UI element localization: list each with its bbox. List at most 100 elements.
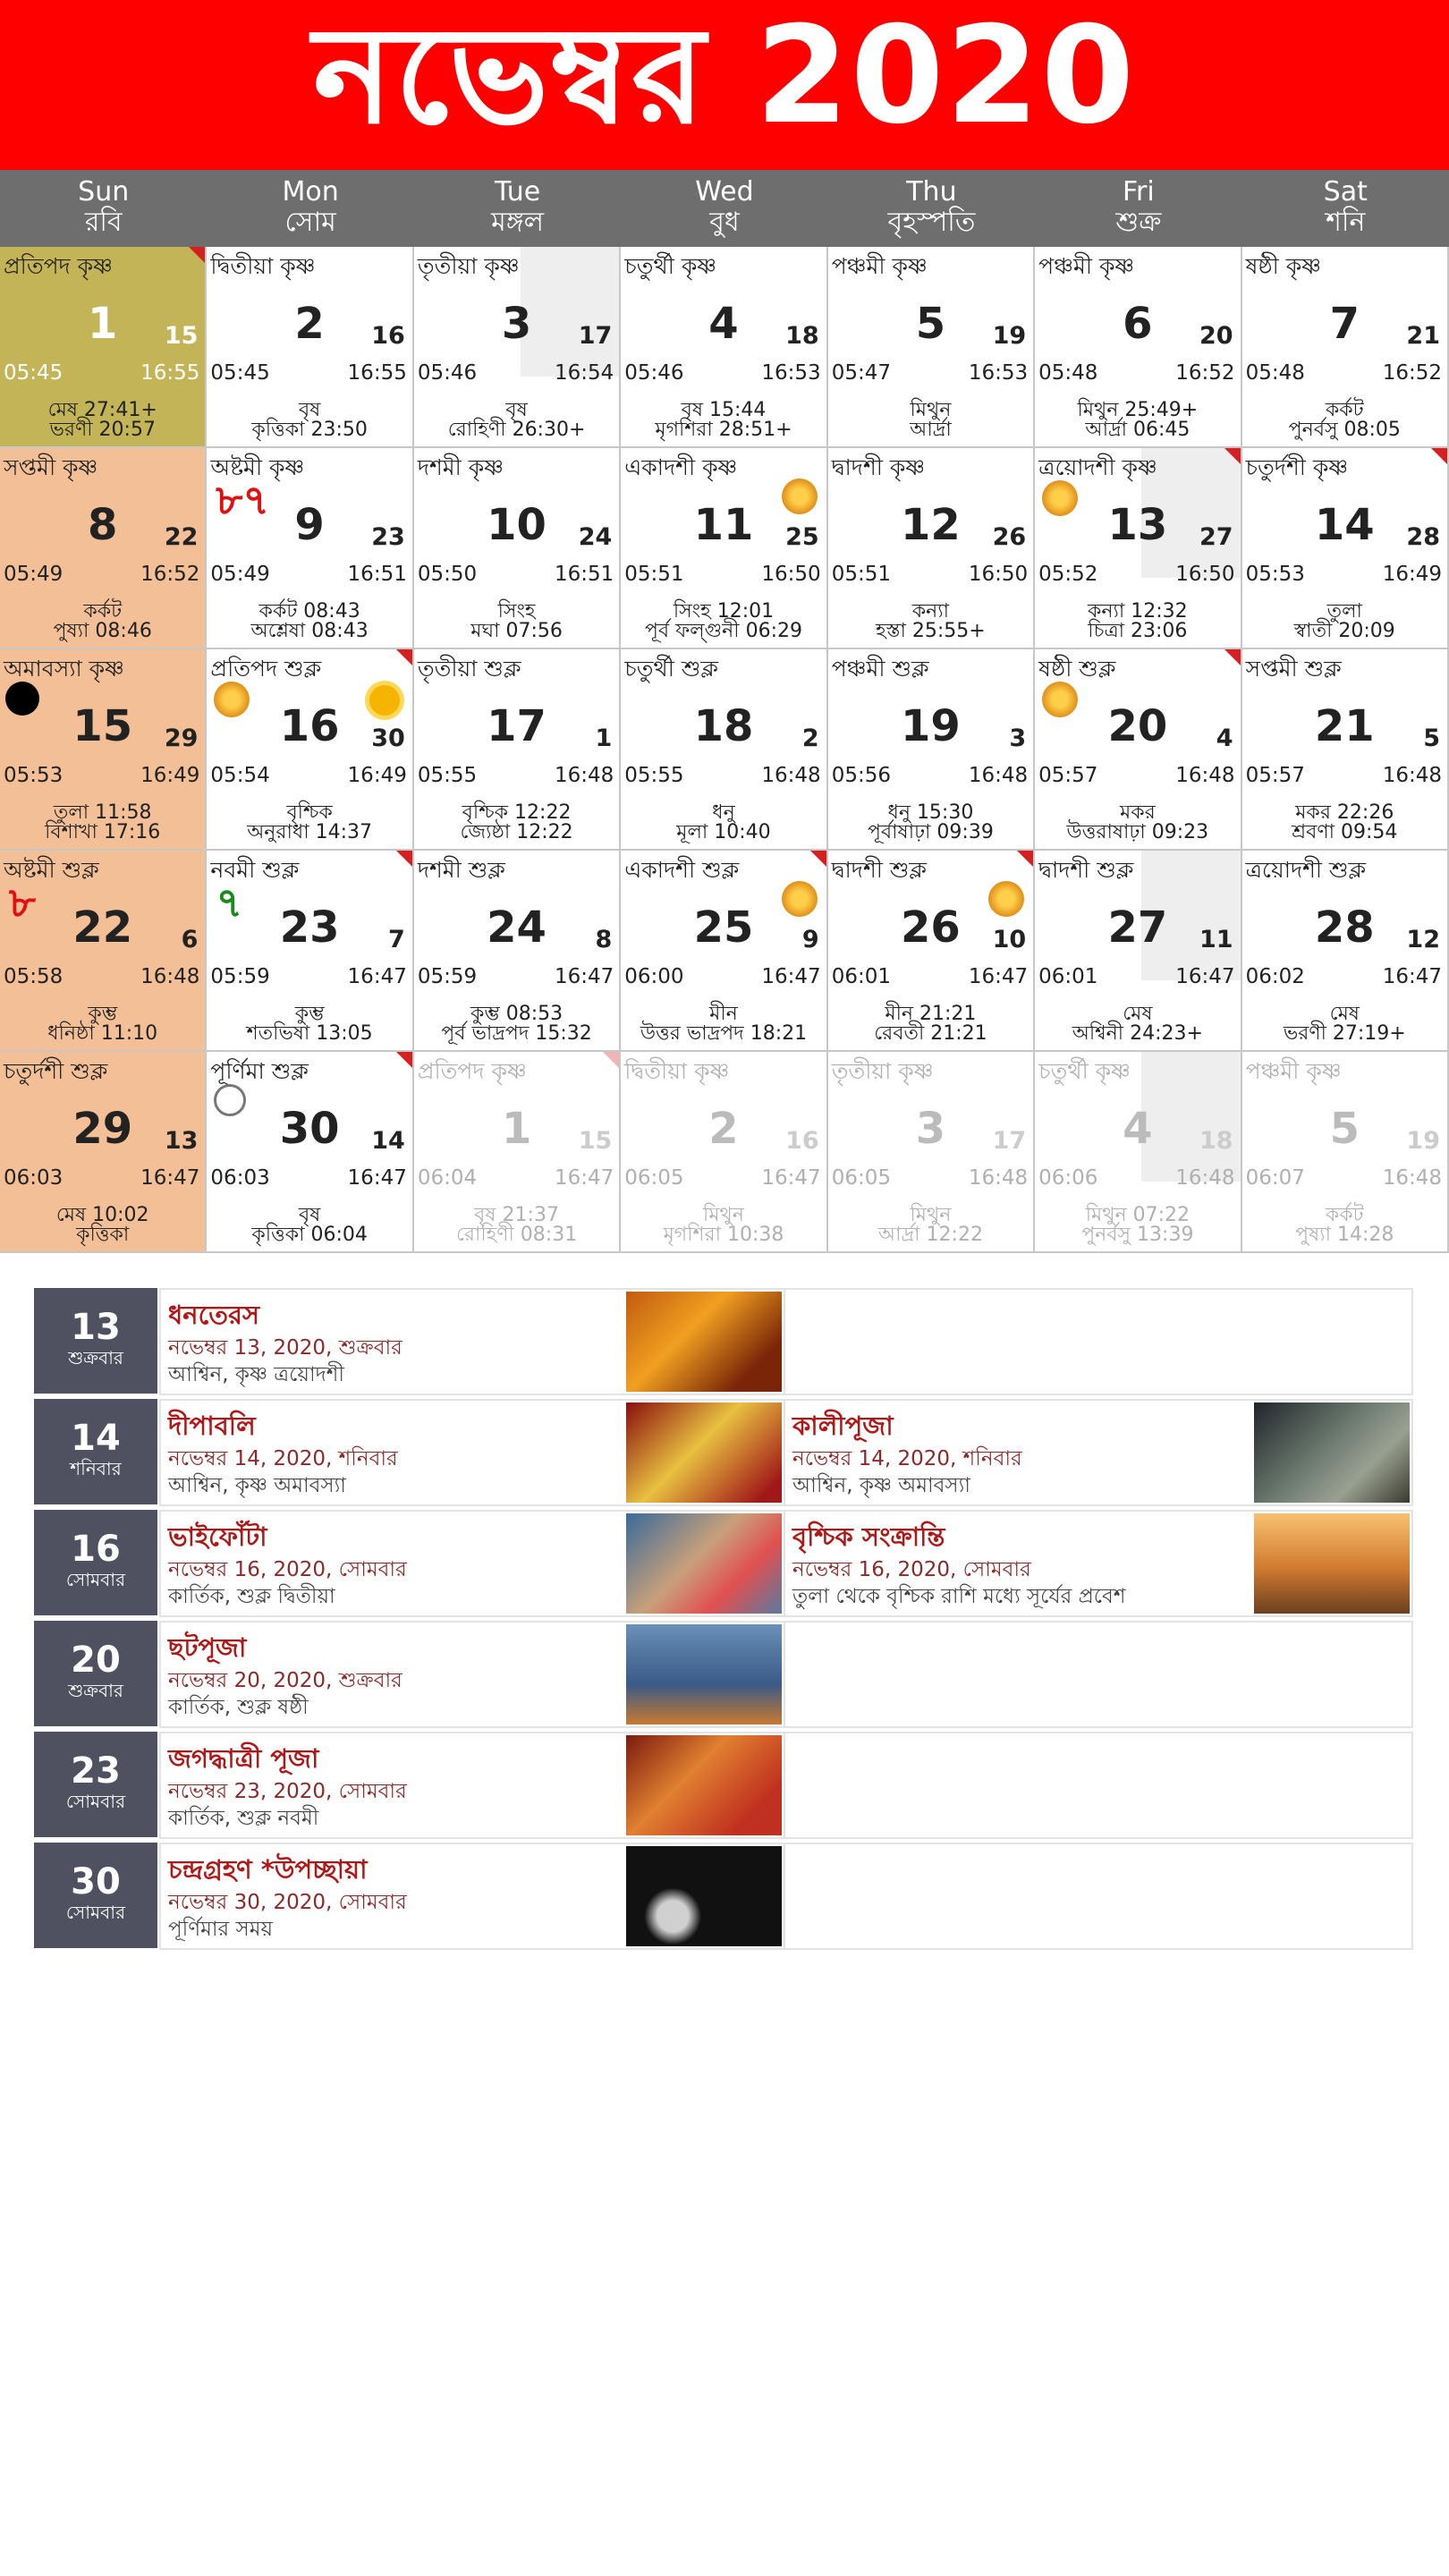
- rashi-label: ধনু 15:30: [887, 801, 974, 824]
- festival-image[interactable]: [626, 1846, 782, 1946]
- day-cell[interactable]: চতুর্থী কৃষ্ণ 4 18 06:06 16:48 মিথুন 07:22 পুন…: [1035, 1052, 1242, 1253]
- festival-row: 30 সোমবার চন্দ্রগ্রহণ *উপচ্ছায়া নভেম্বর 30…: [34, 1843, 1413, 1952]
- day-cell[interactable]: একাদশী কৃষ্ণ 11 25 05:51 16:50 সিংহ 12:01 পূর্…: [621, 448, 828, 649]
- nakshatra-label: উত্তরাষাঢ়া 09:23: [1066, 821, 1209, 843]
- festival-panel[interactable]: [784, 1621, 1413, 1728]
- day-cell[interactable]: চতুর্দশী শুক্ল 29 13 06:03 16:47 মেষ 10:02 কৃত…: [0, 1052, 208, 1253]
- day-cell[interactable]: অষ্টমী কৃষ্ণ 9 23 05:49 16:51 কর্কট 08:43 অশ্ল…: [207, 448, 414, 649]
- day-cell[interactable]: পঞ্চমী শুক্ল 19 3 05:56 16:48 ধনু 15:30 পূর্বা…: [827, 649, 1036, 851]
- event-marker-icon: [395, 649, 412, 665]
- bengali-day-number: 2: [801, 724, 819, 752]
- festival-panel[interactable]: ধনতেরস নভেম্বর 13, 2020, শুক্রবার আশ্বিন, …: [159, 1288, 785, 1395]
- day-cell[interactable]: প্রতিপদ কৃষ্ণ 1 15 05:45 16:55 মেষ 27:41+ ভরণী…: [0, 247, 208, 448]
- festival-image[interactable]: [626, 1402, 782, 1503]
- day-cell[interactable]: তৃতীয়া কৃষ্ণ 3 17 06:05 16:48 মিথুন আর্দ্রা 1…: [827, 1052, 1036, 1253]
- festival-panel[interactable]: বৃশ্চিক সংক্রান্তি নভেম্বর 16, 2020, সোমব…: [784, 1510, 1413, 1617]
- day-cell[interactable]: দ্বিতীয়া কৃষ্ণ 2 16 05:45 16:55 বৃষ কৃত্তিকা …: [207, 247, 414, 448]
- weekday-en: Fri: [1122, 176, 1155, 208]
- festival-image[interactable]: [626, 1624, 782, 1724]
- sunset-time: 16:47: [554, 965, 614, 988]
- day-cell[interactable]: ত্রয়োদশী শুক্ল 28 12 06:02 16:47 মেষ ভরণী 27:…: [1241, 851, 1449, 1052]
- day-cell[interactable]: একাদশী শুক্ল 25 9 06:00 16:47 মীন উত্তর ভাদ্রপ…: [621, 851, 828, 1052]
- day-cell[interactable]: প্রতিপদ কৃষ্ণ 1 15 06:04 16:47 বৃষ 21:37 রোহিণ…: [413, 1052, 622, 1253]
- day-cell[interactable]: পঞ্চমী কৃষ্ণ 5 19 05:47 16:53 মিথুন আর্দ্রা: [827, 247, 1036, 448]
- festival-image[interactable]: [1254, 1402, 1410, 1503]
- day-cell[interactable]: অষ্টমী শুক্ল 22 6 05:58 16:48 কুম্ভ ধনিষ্ঠা 11…: [0, 851, 208, 1052]
- nakshatra-label: অশ্লেষা 08:43: [250, 620, 369, 642]
- sunset-time: 16:55: [140, 361, 200, 385]
- festival-panel[interactable]: [784, 1288, 1413, 1395]
- festival-panel[interactable]: ভাইফোঁটা নভেম্বর 16, 2020, সোমবার কার্তিক,…: [159, 1510, 785, 1617]
- bengali-day-number: 10: [992, 926, 1027, 953]
- sunrise-time: 05:57: [1245, 764, 1305, 787]
- day-cell[interactable]: তৃতীয়া কৃষ্ণ 3 17 05:46 16:54 বৃষ রোহিণী 26:3…: [413, 247, 622, 448]
- day-cell[interactable]: ষষ্ঠী শুক্ল 20 4 05:57 16:48 মকর উত্তরাষাঢ়া 0…: [1035, 649, 1242, 851]
- bengali-day-number: 15: [164, 322, 199, 350]
- day-cell[interactable]: দ্বাদশী শুক্ল 26 10 06:01 16:47 মীন 21:21 রেবত…: [827, 851, 1036, 1052]
- day-cell[interactable]: তৃতীয়া শুক্ল 17 1 05:55 16:48 বৃশ্চিক 12:22 জ…: [413, 649, 622, 851]
- day-cell[interactable]: চতুর্থী শুক্ল 18 2 05:55 16:48 ধনু মূলা 10:40: [621, 649, 828, 851]
- calendar-mark-icon: ৮: [9, 878, 36, 927]
- tithi-label: দ্বিতীয়া কৃষ্ণ: [624, 1058, 730, 1084]
- rashi-label: সিংহ: [497, 600, 536, 623]
- festival-image[interactable]: [626, 1513, 782, 1614]
- rashi-label: মিথুন: [703, 1204, 744, 1226]
- day-cell[interactable]: নবমী শুক্ল 23 7 05:59 16:47 কুম্ভ শতভিষা 13:05…: [207, 851, 414, 1052]
- day-cell[interactable]: পঞ্চমী কৃষ্ণ 5 19 06:07 16:48 কর্কট পুষ্যা 14:…: [1241, 1052, 1449, 1253]
- weekday-header: Thu বৃহস্পতি: [828, 170, 1035, 247]
- nakshatra-label: পূর্ব ফল্গুনী 06:29: [645, 620, 802, 642]
- event-marker-icon: [1224, 649, 1241, 665]
- nakshatra-label: মৃগশিরা 10:38: [663, 1224, 784, 1246]
- sunset-time: 16:48: [968, 764, 1029, 787]
- day-cell[interactable]: দ্বাদশী শুক্ল 27 11 06:01 16:47 মেষ অশ্বিনী 24…: [1035, 851, 1242, 1052]
- day-cell[interactable]: অমাবস্যা কৃষ্ণ 15 29 05:53 16:49 তুলা 11:58 বি…: [0, 649, 208, 851]
- festival-day-number: 20: [71, 1640, 121, 1681]
- nakshatra-label: ভরণী 20:57: [49, 419, 156, 441]
- sunrise-time: 06:02: [1245, 965, 1305, 988]
- festival-date-box: 30 সোমবার: [34, 1843, 157, 1948]
- day-cell[interactable]: পঞ্চমী কৃষ্ণ 6 20 05:48 16:52 মিথুন 25:49+ আর্…: [1035, 247, 1242, 448]
- day-cell[interactable]: ষষ্ঠী কৃষ্ণ 7 21 05:48 16:52 কর্কট পুনর্বসু 08…: [1241, 247, 1449, 448]
- day-cell[interactable]: পূর্ণিমা শুক্ল 30 14 06:03 16:47 বৃষ কৃত্তিকা …: [207, 1052, 414, 1253]
- sunrise-time: 05:47: [831, 361, 891, 385]
- festival-panel[interactable]: ছটপূজা নভেম্বর 20, 2020, শুক্রবার কার্তিক,…: [159, 1621, 785, 1728]
- sunset-time: 16:47: [761, 1166, 821, 1190]
- festival-panel[interactable]: কালীপূজা নভেম্বর 14, 2020, শনিবার আশ্বিন, …: [784, 1399, 1413, 1506]
- festival-panel[interactable]: জগদ্ধাত্রী পূজা নভেম্বর 23, 2020, সোমবার ক…: [159, 1732, 785, 1839]
- festival-weekday: শুক্রবার: [68, 1680, 123, 1701]
- bengali-day-number: 26: [992, 523, 1027, 551]
- calendar-mark-icon: ৭: [216, 878, 243, 927]
- sunset-time: 16:47: [1382, 965, 1442, 988]
- event-marker-icon: [395, 851, 412, 867]
- festival-panel[interactable]: দীপাবলি নভেম্বর 14, 2020, শনিবার আশ্বিন, ক…: [159, 1399, 785, 1506]
- sunrise-time: 06:03: [210, 1166, 270, 1190]
- nakshatra-label: কৃত্তিকা 06:04: [251, 1224, 368, 1246]
- festival-date-box: 20 শুক্রবার: [34, 1621, 157, 1726]
- festival-image[interactable]: [626, 1735, 782, 1835]
- day-cell[interactable]: দ্বাদশী কৃষ্ণ 12 26 05:51 16:50 কন্যা হস্তা 25…: [827, 448, 1036, 649]
- sunset-time: 16:52: [1382, 361, 1442, 385]
- festival-image[interactable]: [1254, 1513, 1410, 1614]
- day-cell[interactable]: দশমী কৃষ্ণ 10 24 05:50 16:51 সিংহ মঘা 07:56: [413, 448, 622, 649]
- day-cell[interactable]: সপ্তমী শুক্ল 21 5 05:57 16:48 মকর 22:26 শ্রবণা…: [1241, 649, 1449, 851]
- day-cell[interactable]: চতুর্দশী কৃষ্ণ 14 28 05:53 16:49 তুলা স্বাতী 2…: [1241, 448, 1449, 649]
- rashi-label: মেষ 27:41+: [47, 399, 157, 421]
- day-cell[interactable]: ত্রয়োদশী কৃষ্ণ 13 27 05:52 16:50 কন্যা 12:32…: [1035, 448, 1242, 649]
- day-cell[interactable]: প্রতিপদ শুক্ল 16 30 05:54 16:49 বৃশ্চিক অনুরাধ…: [207, 649, 414, 851]
- weekday-en: Wed: [695, 176, 754, 208]
- day-cell[interactable]: দশমী শুক্ল 24 8 05:59 16:47 কুম্ভ 08:53 পূর্ব …: [413, 851, 622, 1052]
- festival-panel[interactable]: [784, 1843, 1413, 1950]
- festival-panel[interactable]: [784, 1732, 1413, 1839]
- sunrise-time: 05:45: [4, 361, 64, 385]
- festival-panel[interactable]: চন্দ্রগ্রহণ *উপচ্ছায়া নভেম্বর 30, 2020, …: [159, 1843, 785, 1950]
- rashi-label: মিথুন 07:22: [1085, 1204, 1190, 1226]
- day-cell[interactable]: সপ্তমী কৃষ্ণ 8 22 05:49 16:52 কর্কট পুষ্যা 08:…: [0, 448, 208, 649]
- bengali-day-number: 23: [371, 523, 405, 551]
- festival-image[interactable]: [626, 1292, 782, 1392]
- sunset-time: 16:49: [347, 764, 407, 787]
- day-cell[interactable]: দ্বিতীয়া কৃষ্ণ 2 16 06:05 16:47 মিথুন মৃগশিরা…: [621, 1052, 828, 1253]
- weekday-en: Thu: [906, 176, 957, 208]
- rashi-label: মকর 22:26: [1295, 801, 1394, 824]
- day-cell[interactable]: চতুর্থী কৃষ্ণ 4 18 05:46 16:53 বৃষ 15:44 মৃগশি…: [621, 247, 828, 448]
- sunrise-time: 06:05: [831, 1166, 891, 1190]
